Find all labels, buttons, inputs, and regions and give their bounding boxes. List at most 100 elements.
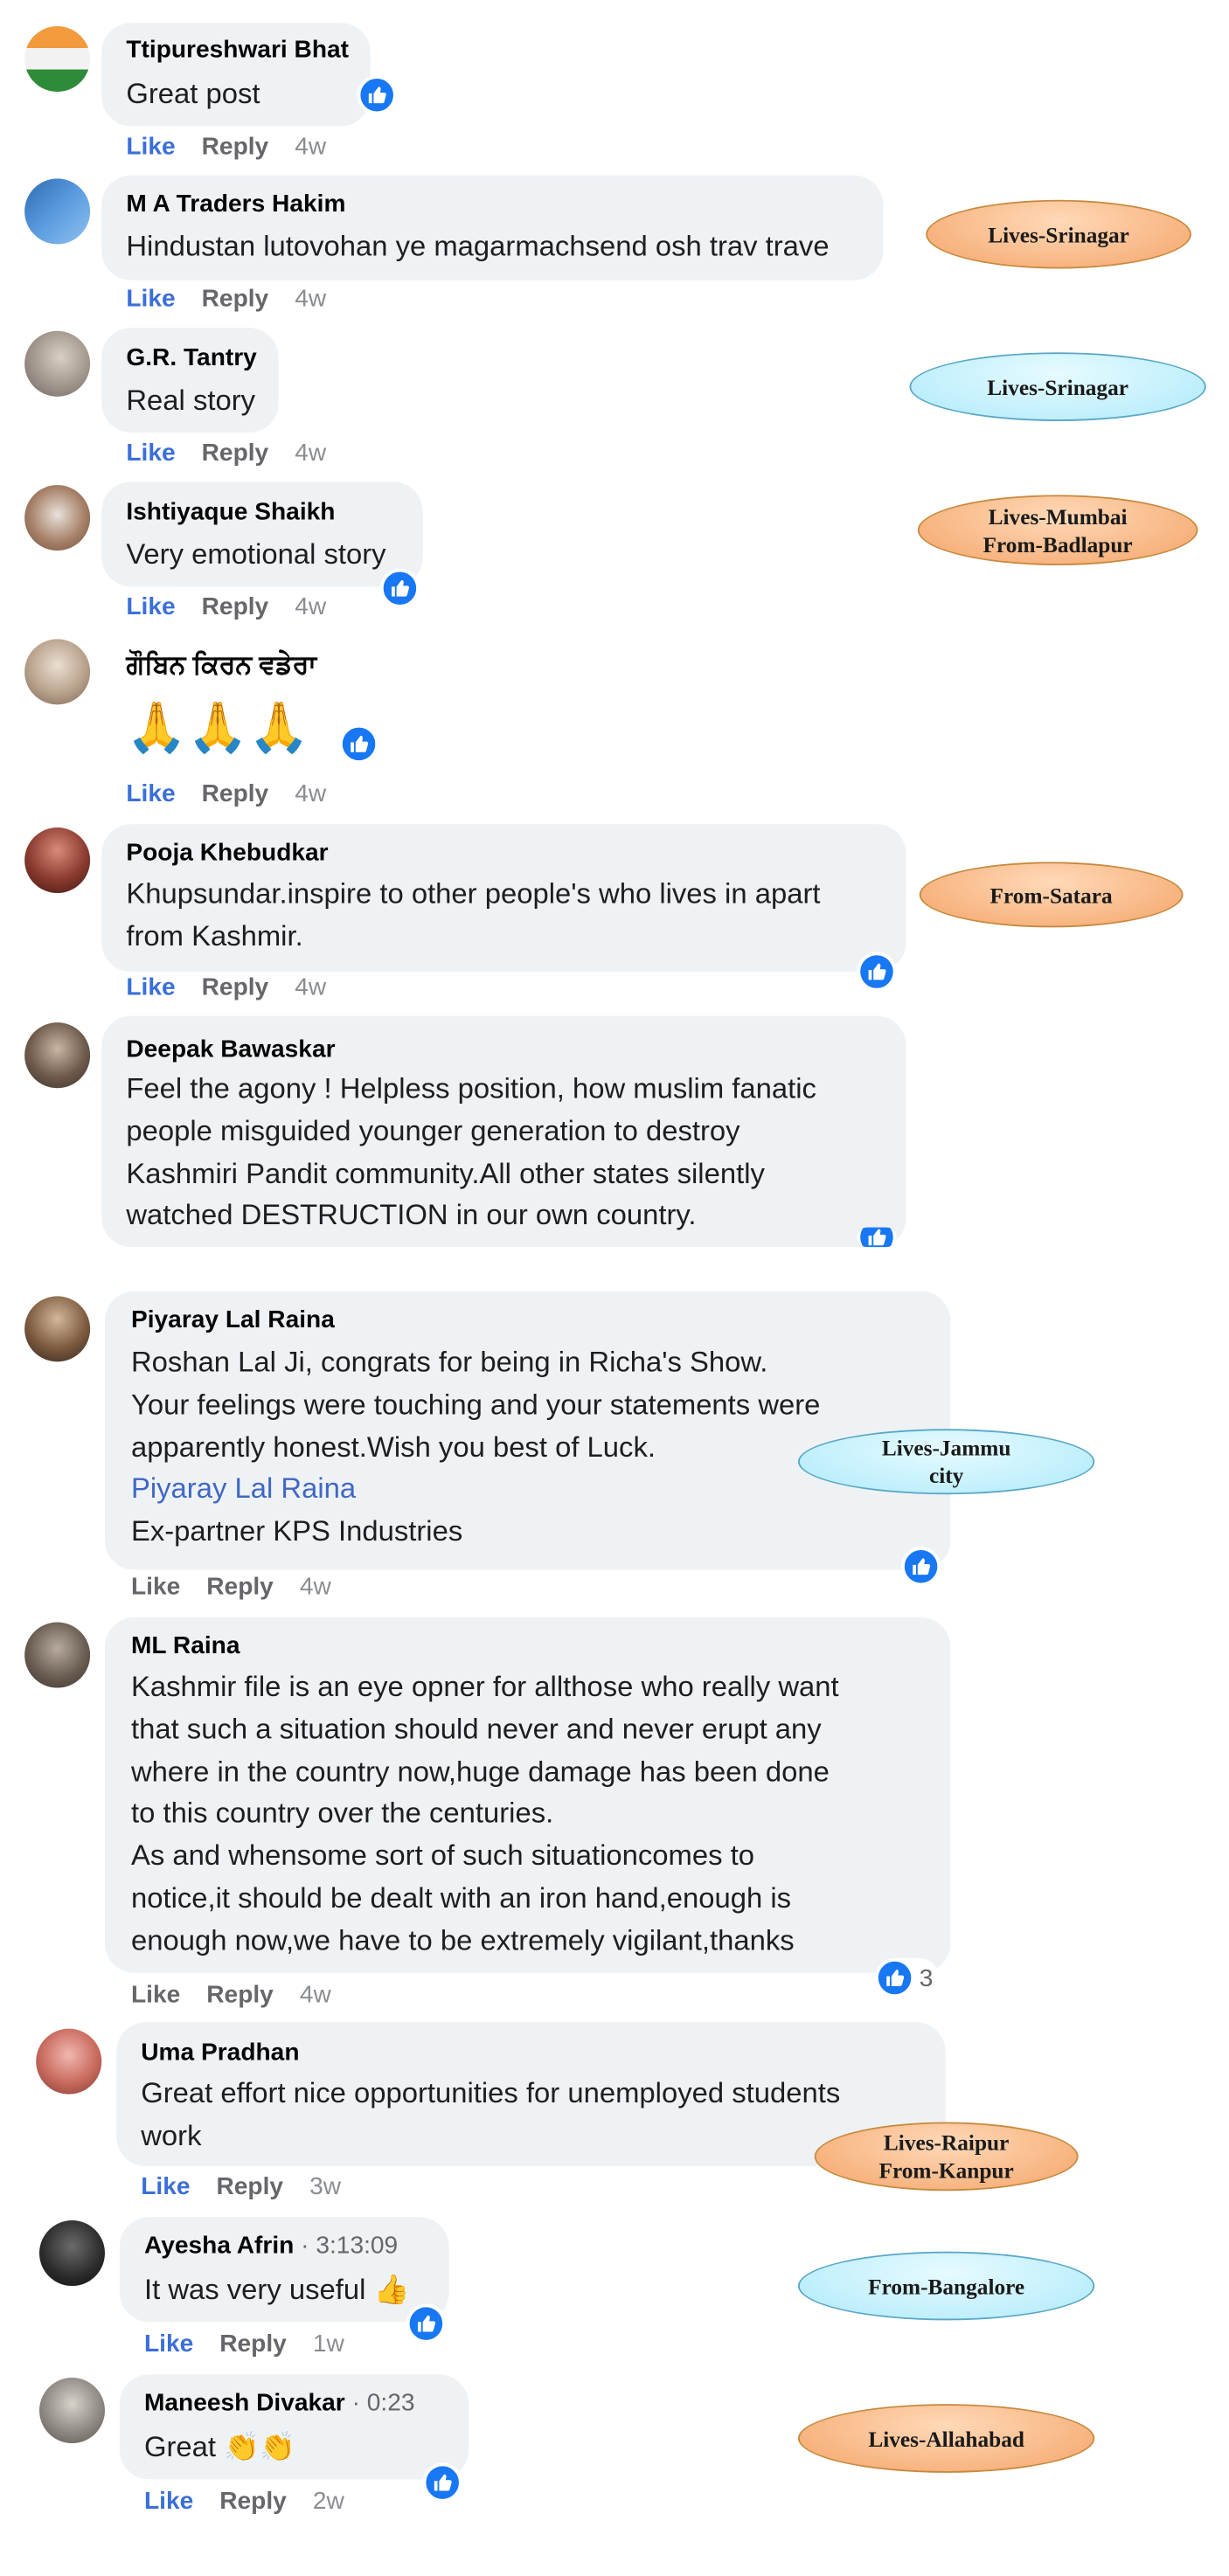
location-annotation: Lives-Srinagar	[909, 352, 1206, 421]
reaction-summary[interactable]	[339, 724, 379, 764]
comment-text: Hindustan lutovohan ye magarmachsend osh…	[126, 229, 830, 263]
timestamp[interactable]: 2w	[313, 2488, 344, 2516]
reply-button[interactable]: Reply	[206, 1981, 274, 2009]
commenter-name[interactable]: G.R. Tantry	[126, 344, 256, 372]
reply-button[interactable]: Reply	[202, 780, 269, 808]
reply-button[interactable]: Reply	[202, 133, 269, 161]
reply-button[interactable]: Reply	[219, 2488, 287, 2516]
location-annotation: From-Satara	[919, 862, 1184, 928]
timestamp[interactable]: 4w	[295, 593, 326, 621]
comment-text: 🙏🙏🙏	[126, 701, 310, 756]
avatar[interactable]	[24, 1622, 91, 1688]
comment-text: Kashmir file is an eye opner for allthos…	[130, 1669, 839, 1956]
location-annotation: Lives-Allahabad	[797, 2404, 1095, 2473]
avatar[interactable]	[24, 26, 91, 93]
reply-button[interactable]: Reply	[202, 285, 269, 313]
reaction-summary[interactable]	[406, 2303, 446, 2344]
commenter-name[interactable]: ਗੌਬਿਨ ਕਿਰਨ ਵਡੇਰਾ	[126, 652, 316, 682]
thumbs-up-icon	[406, 2303, 446, 2344]
like-button[interactable]: Like	[144, 2330, 193, 2358]
video-timestamp[interactable]: · 0:23	[352, 2389, 415, 2417]
reaction-summary[interactable]	[422, 2462, 462, 2503]
reply-button[interactable]: Reply	[206, 1573, 274, 1601]
comment-text: Very emotional story	[126, 537, 386, 571]
timestamp[interactable]: 4w	[295, 973, 326, 1001]
comment-text: Khupsundar.inspire to other people's who…	[126, 876, 821, 952]
reaction-summary[interactable]	[379, 568, 420, 608]
reaction-summary[interactable]: 3	[875, 1957, 940, 1998]
commenter-name[interactable]: Ishtiyaque Shaikh	[126, 498, 335, 526]
location-annotation: From-Bangalore	[797, 2251, 1095, 2321]
avatar[interactable]	[24, 485, 91, 551]
reply-button[interactable]: Reply	[202, 973, 269, 1001]
avatar[interactable]	[24, 1022, 91, 1089]
reaction-summary[interactable]	[357, 75, 397, 115]
timestamp[interactable]: 4w	[295, 285, 326, 313]
commenter-name[interactable]: Uma Pradhan	[141, 2039, 299, 2067]
avatar[interactable]	[24, 1296, 91, 1362]
reaction-count: 3	[919, 1963, 934, 1992]
like-button[interactable]: Like	[131, 1573, 180, 1601]
timestamp[interactable]: 4w	[295, 780, 326, 808]
comment-text: Real story	[126, 383, 256, 417]
like-button[interactable]: Like	[126, 973, 175, 1001]
like-button[interactable]: Like	[126, 285, 175, 313]
commenter-name[interactable]: ML Raina	[131, 1632, 240, 1660]
reaction-summary[interactable]	[857, 1227, 897, 1248]
mentioned-profile-link[interactable]: Piyaray Lal Raina	[131, 1469, 820, 1511]
avatar[interactable]	[38, 2378, 105, 2444]
comment-actions: Like Reply 2w	[144, 2488, 344, 2516]
commenter-name[interactable]: Pooja Khebudkar	[126, 839, 328, 867]
timestamp[interactable]: 4w	[300, 1573, 331, 1601]
reply-button[interactable]: Reply	[202, 440, 269, 467]
like-button[interactable]: Like	[131, 1981, 180, 2009]
comment-actions: Like Reply 4w	[131, 1981, 331, 2009]
reaction-summary[interactable]	[857, 952, 897, 992]
commenter-name[interactable]: Ttipureshwari Bhat	[126, 36, 349, 64]
avatar[interactable]	[24, 828, 91, 894]
comment-actions: Like Reply 4w	[126, 593, 326, 621]
comment-text: Great effort nice opportunities for unem…	[141, 2076, 841, 2151]
reaction-summary[interactable]	[901, 1547, 941, 1587]
timestamp[interactable]: 4w	[300, 1981, 331, 2009]
thumbs-up-icon	[379, 568, 420, 608]
comment-actions: Like Reply 1w	[144, 2330, 344, 2358]
thumbs-up-icon	[422, 2462, 462, 2503]
comment-text: Feel the agony ! Helpless position, how …	[126, 1071, 816, 1232]
comment-actions: Like Reply 4w	[126, 285, 326, 313]
commenter-name[interactable]: Ayesha Afrin · 3:13:09	[144, 2232, 398, 2260]
location-annotation: Lives-Raipur From-Kanpur	[814, 2122, 1079, 2192]
commenter-name[interactable]: Maneesh Divakar · 0:23	[144, 2389, 415, 2417]
avatar[interactable]	[24, 330, 91, 397]
comment-thread: Ttipureshwari Bhat Great post Like Reply 4…	[0, 0, 1229, 2576]
comment-text: It was very useful 👍	[143, 2273, 410, 2306]
thumbs-up-icon	[857, 952, 897, 992]
thumbs-up-icon	[875, 1957, 915, 1998]
like-button[interactable]: Like	[144, 2488, 193, 2516]
comment-text: Roshan Lal Ji, congrats for being in Ric…	[130, 1345, 821, 1548]
like-button[interactable]: Like	[141, 2173, 190, 2201]
like-button[interactable]: Like	[126, 440, 175, 467]
avatar[interactable]	[38, 2220, 105, 2287]
timestamp[interactable]: 4w	[295, 440, 326, 467]
commenter-name[interactable]: M A Traders Hakim	[126, 190, 345, 218]
timestamp[interactable]: 1w	[313, 2330, 344, 2358]
avatar[interactable]	[36, 2028, 102, 2095]
reply-button[interactable]: Reply	[202, 593, 269, 621]
reply-button[interactable]: Reply	[219, 2330, 287, 2358]
reply-button[interactable]: Reply	[216, 2173, 283, 2201]
like-button[interactable]: Like	[126, 593, 175, 621]
commenter-name[interactable]: Piyaray Lal Raina	[131, 1306, 335, 1334]
timestamp[interactable]: 3w	[309, 2173, 341, 2201]
like-button[interactable]: Like	[126, 780, 175, 808]
comment-actions: Like Reply 4w	[131, 1573, 331, 1601]
location-annotation: Lives-Mumbai From-Badlapur	[917, 495, 1198, 565]
avatar[interactable]	[24, 639, 91, 705]
like-button[interactable]: Like	[126, 133, 175, 161]
timestamp[interactable]: 4w	[295, 133, 326, 161]
location-annotation: Lives-Jammu city	[797, 1429, 1095, 1495]
video-timestamp[interactable]: · 3:13:09	[301, 2232, 398, 2260]
commenter-name[interactable]: Deepak Bawaskar	[126, 1035, 335, 1063]
avatar[interactable]	[24, 178, 91, 245]
comment-actions: Like Reply 4w	[126, 133, 326, 161]
